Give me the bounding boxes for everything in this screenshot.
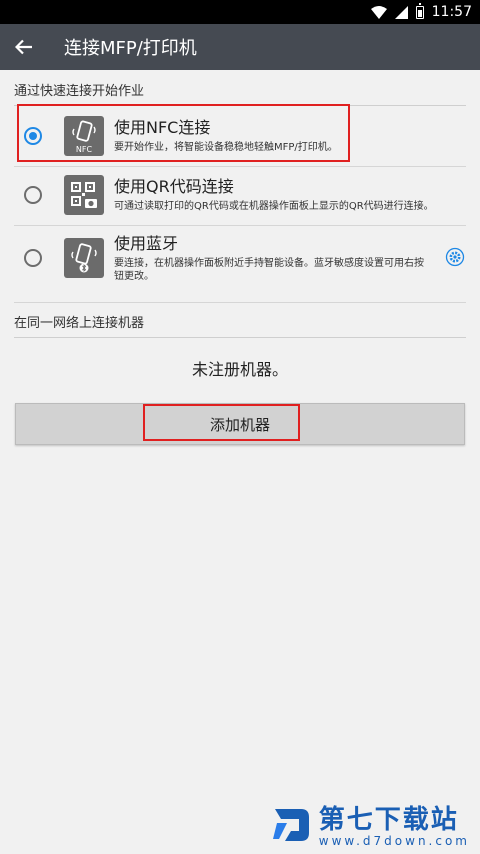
status-icons: 11:57 (370, 0, 472, 24)
battery-icon (415, 2, 424, 19)
watermark-url: www.d7down.com (318, 834, 470, 848)
bluetooth-radio[interactable] (24, 249, 42, 267)
back-button[interactable] (0, 24, 48, 70)
qr-radio[interactable] (24, 186, 42, 204)
arrow-left-icon (15, 39, 32, 55)
option-divider (14, 225, 466, 226)
bluetooth-option-title: 使用蓝牙 (114, 233, 179, 253)
status-bar: 11:57 (0, 0, 480, 24)
wifi-icon (370, 5, 387, 19)
gear-icon (445, 247, 465, 267)
d7down-logo-icon (272, 808, 309, 841)
empty-machines-message: 未注册机器。 (191, 360, 288, 379)
watermark-brand: 第七下载站 (318, 805, 459, 835)
qr-option-title: 使用QR代码连接 (114, 177, 234, 196)
section-divider (14, 302, 466, 303)
bluetooth-settings-button[interactable] (444, 246, 466, 268)
qr-option[interactable]: 使用QR代码连接 可通过读取打印的QR代码或在机器操作面板上显示的QR代码进行连… (14, 167, 466, 223)
qr-code-camera-icon (64, 175, 104, 215)
status-time: 11:57 (431, 4, 472, 20)
qr-option-desc: 可通过读取打印的QR代码或在机器操作面板上显示的QR代码进行连接。 (114, 201, 434, 212)
bluetooth-phone-icon (64, 238, 104, 278)
bluetooth-option-desc: 要连接，在机器操作面板附近手持智能设备。蓝牙敏感度设置可用右按钮更改。 (114, 257, 424, 282)
bluetooth-option[interactable]: 使用蓝牙 要连接，在机器操作面板附近手持智能设备。蓝牙敏感度设置可用右按钮更改。 (14, 228, 466, 288)
add-machine-highlight-box (143, 404, 300, 441)
same-network-header: 在同一网络上连接机器 (14, 312, 466, 338)
app-title: 连接MFP/打印机 (64, 38, 197, 59)
quick-connect-header: 通过快速连接开始作业 (14, 80, 466, 106)
signal-icon (394, 5, 408, 19)
app-bar: 连接MFP/打印机 (0, 24, 480, 70)
watermark: 第七下载站 www.d7down.com (271, 799, 470, 848)
nfc-highlight-box (17, 104, 350, 162)
